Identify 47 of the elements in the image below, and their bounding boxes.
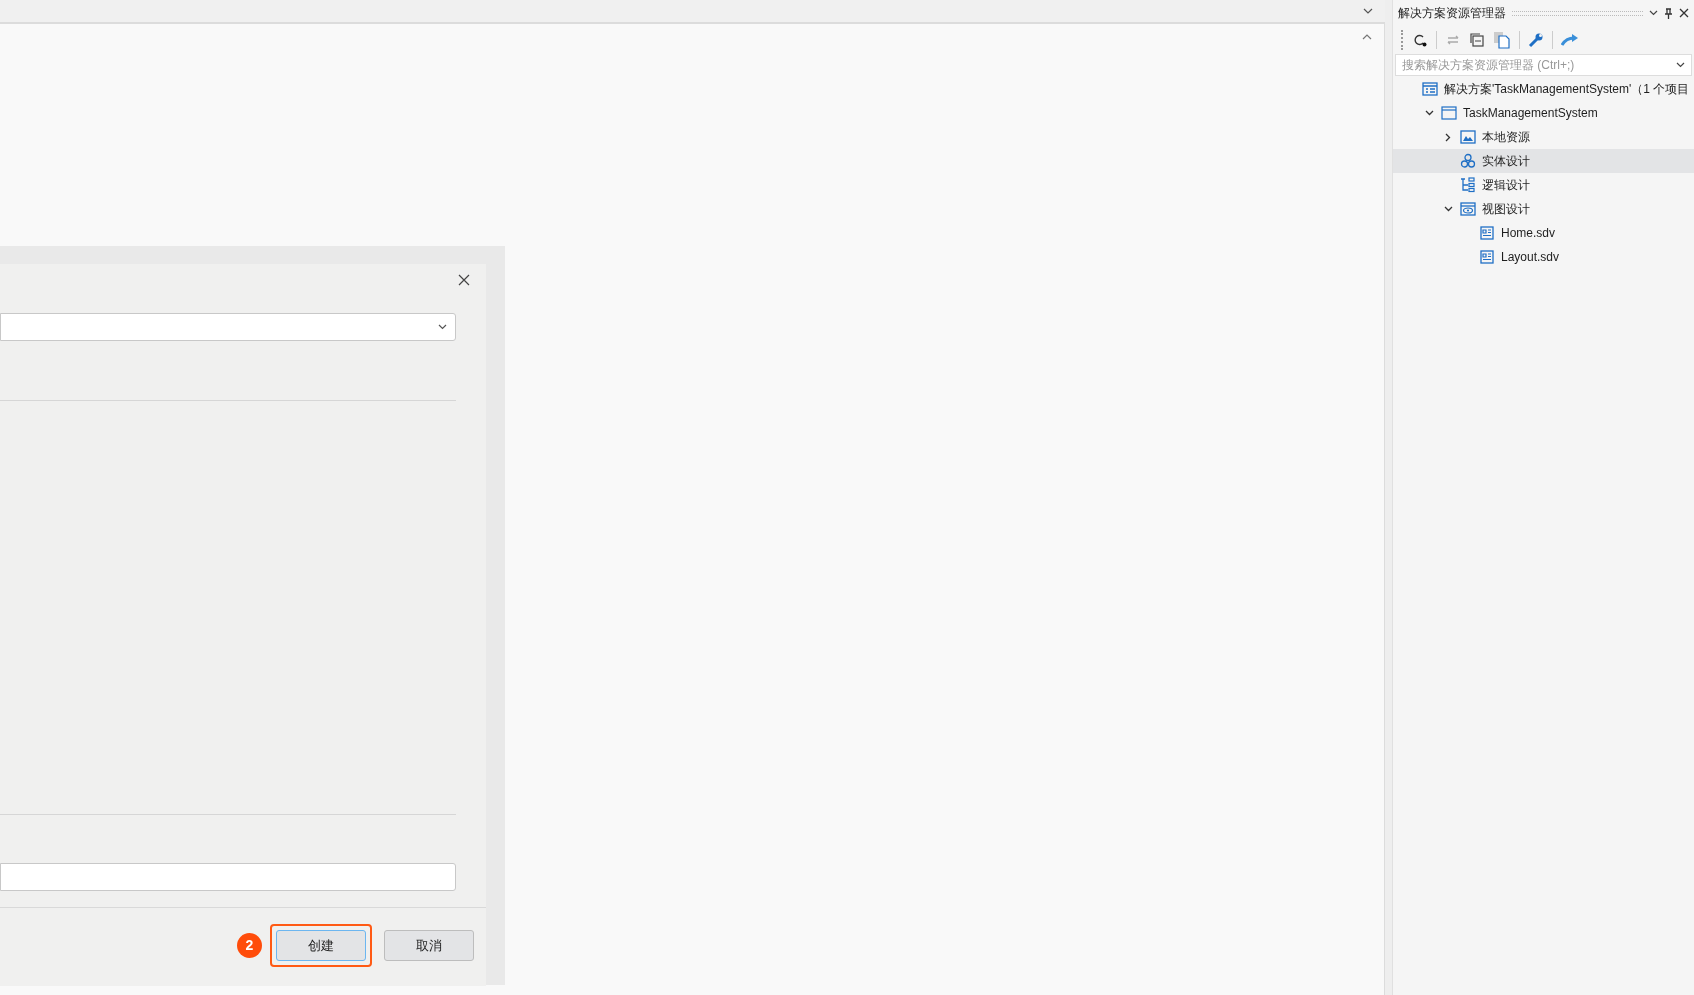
item-label: Layout.sdv — [1501, 249, 1560, 266]
chevron-down-icon — [438, 324, 447, 330]
chevron-down-icon[interactable] — [1363, 8, 1373, 14]
pin-icon[interactable] — [1664, 7, 1673, 19]
search-field[interactable]: 搜索解决方案资源管理器 (Ctrl+;) — [1395, 54, 1692, 76]
copy-icon[interactable] — [1493, 31, 1511, 49]
close-icon[interactable] — [1679, 8, 1689, 18]
circles-icon — [1460, 153, 1476, 169]
dropdown-field[interactable] — [0, 313, 456, 341]
image-icon — [1460, 129, 1476, 145]
window-icon — [1441, 105, 1457, 121]
item-label: 视图设计 — [1482, 201, 1530, 218]
chevron-down-icon[interactable] — [1443, 206, 1453, 212]
tree-item[interactable]: 视图设计 — [1393, 197, 1694, 221]
step-badge: 2 — [237, 933, 262, 958]
tree-item[interactable]: TaskManagementSystem — [1393, 101, 1694, 125]
tree-item[interactable]: 实体设计 — [1393, 149, 1694, 173]
chevron-up-icon[interactable] — [1362, 34, 1372, 40]
chevron-down-icon[interactable] — [1649, 10, 1658, 16]
tree-item[interactable]: 本地资源 — [1393, 125, 1694, 149]
item-label: Home.sdv — [1501, 225, 1556, 242]
item-label: 实体设计 — [1482, 153, 1530, 170]
input-field[interactable] — [0, 863, 456, 891]
chevron-down-icon[interactable] — [1676, 62, 1685, 68]
close-icon[interactable] — [458, 274, 470, 286]
item-label: 解决方案'TaskManagementSystem'（1 个项目 — [1444, 81, 1690, 98]
item-label: TaskManagementSystem — [1463, 105, 1598, 122]
tree-item[interactable]: Home.sdv — [1393, 221, 1694, 245]
item-label: 逻辑设计 — [1482, 177, 1530, 194]
refresh-icon[interactable] — [1412, 32, 1428, 48]
document-icon — [1479, 225, 1495, 241]
wrench-icon[interactable] — [1528, 32, 1544, 48]
chevron-right-icon[interactable] — [1445, 132, 1451, 142]
tree-item[interactable]: Layout.sdv — [1393, 245, 1694, 269]
tree-diagram-icon — [1460, 177, 1476, 193]
document-icon — [1479, 249, 1495, 265]
cancel-button[interactable]: 取消 — [384, 930, 474, 961]
item-label: 本地资源 — [1482, 129, 1530, 146]
eye-window-icon — [1460, 201, 1476, 217]
tree-item[interactable]: 解决方案'TaskManagementSystem'（1 个项目 — [1393, 77, 1694, 101]
tree-item[interactable]: 逻辑设计 — [1393, 173, 1694, 197]
solution-icon — [1422, 81, 1438, 97]
chevron-down-icon[interactable] — [1424, 110, 1434, 116]
arrow-icon[interactable] — [1561, 33, 1579, 47]
collapse-icon[interactable] — [1469, 32, 1485, 48]
create-button[interactable]: 创建 — [276, 930, 366, 961]
panel-title: 解决方案资源管理器 — [1398, 5, 1506, 22]
